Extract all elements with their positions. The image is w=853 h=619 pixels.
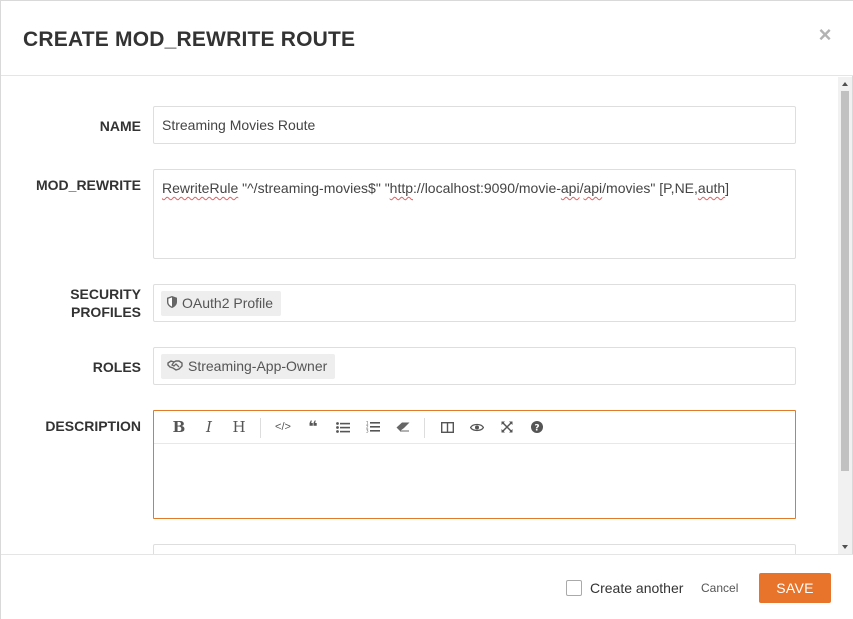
create-route-dialog: CREATE MOD_REWRITE ROUTE × NAME Streamin… [0, 0, 853, 619]
scrollbar[interactable] [838, 77, 852, 554]
create-another-label: Create another [590, 580, 684, 596]
svg-text:3: 3 [366, 429, 369, 434]
description-textarea[interactable] [154, 445, 795, 518]
bold-icon[interactable]: B [168, 416, 190, 438]
security-profile-chip-label: OAuth2 Profile [182, 295, 274, 311]
description-editor[interactable]: B I H </> ❝ 123 ? [153, 410, 796, 519]
mod-rewrite-fragment: /movies" [P,NE, [602, 180, 698, 196]
name-label: NAME [99, 118, 141, 134]
unordered-list-icon[interactable] [332, 416, 354, 438]
dialog-title: CREATE MOD_REWRITE ROUTE [23, 28, 356, 51]
dialog-body: NAME Streaming Movies Route MOD_REWRITE … [1, 77, 853, 554]
mod-rewrite-fragment: ://localhost:9090/movie- [413, 180, 561, 196]
security-profiles-label-line1: SECURITY [70, 286, 141, 302]
mod-rewrite-fragment: RewriteRule [162, 180, 239, 196]
security-profiles-select[interactable]: OAuth2 Profile [153, 284, 796, 322]
name-input[interactable]: Streaming Movies Route [153, 106, 796, 144]
quote-icon[interactable]: ❝ [302, 416, 324, 438]
mod-rewrite-textarea[interactable]: RewriteRule "^/streaming-movies$" "http:… [153, 169, 796, 259]
heading-icon[interactable]: H [228, 416, 250, 438]
italic-icon[interactable]: I [198, 416, 220, 438]
mod-rewrite-fragment: api [560, 180, 580, 196]
role-chip[interactable]: Streaming-App-Owner [161, 354, 336, 379]
handshake-icon [167, 354, 188, 379]
editor-toolbar: B I H </> ❝ 123 ? [154, 411, 795, 444]
mod-rewrite-fragment: ] [725, 180, 730, 196]
code-icon[interactable]: </> [272, 416, 294, 438]
dialog-footer: Create another Cancel SAVE [1, 554, 853, 619]
scroll-up-icon[interactable] [838, 77, 852, 91]
close-icon[interactable]: × [818, 24, 832, 46]
save-button[interactable]: SAVE [759, 573, 831, 603]
eraser-icon[interactable] [392, 416, 414, 438]
ordered-list-icon[interactable]: 123 [362, 416, 384, 438]
mod-rewrite-fragment: api [583, 180, 603, 196]
fullscreen-icon[interactable] [496, 416, 518, 438]
preview-icon[interactable] [466, 416, 488, 438]
mod-rewrite-label: MOD_REWRITE [36, 177, 141, 193]
side-by-side-icon[interactable] [436, 416, 458, 438]
mod-rewrite-fragment: auth [697, 180, 726, 196]
dialog-header: CREATE MOD_REWRITE ROUTE × [1, 1, 853, 76]
roles-select[interactable]: Streaming-App-Owner [153, 347, 796, 385]
toolbar-divider [424, 418, 425, 438]
shield-icon [167, 291, 182, 316]
create-another-checkbox[interactable] [566, 580, 582, 596]
role-chip-label: Streaming-App-Owner [188, 358, 328, 374]
scrollbar-thumb[interactable] [841, 91, 849, 471]
partial-field[interactable] [153, 544, 796, 554]
svg-text:?: ? [534, 423, 539, 433]
scroll-down-icon[interactable] [838, 540, 852, 554]
description-label: DESCRIPTION [45, 418, 141, 434]
security-profiles-label-line2: PROFILES [70, 304, 141, 320]
cancel-button[interactable]: Cancel [701, 581, 738, 595]
security-profiles-label: SECURITY PROFILES [1, 285, 141, 321]
mod-rewrite-value: RewriteRule "^/streaming-movies$" "http:… [162, 180, 729, 196]
roles-label: ROLES [92, 359, 141, 375]
toolbar-divider [260, 418, 261, 438]
mod-rewrite-fragment: http [389, 180, 414, 196]
mod-rewrite-fragment: "^/streaming-movies$" " [238, 180, 390, 196]
security-profile-chip[interactable]: OAuth2 Profile [161, 291, 282, 316]
help-icon[interactable]: ? [526, 416, 548, 438]
create-another-toggle[interactable]: Create another [566, 580, 683, 596]
